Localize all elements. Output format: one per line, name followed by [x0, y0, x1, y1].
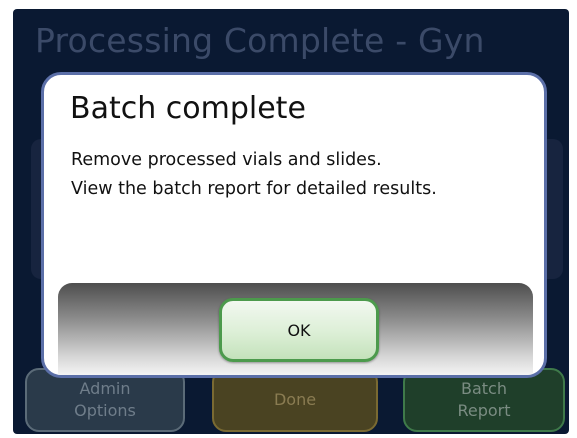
batch-report-label-line1: Batch: [461, 379, 507, 398]
ok-label: OK: [287, 320, 311, 340]
admin-options-label-line1: Admin: [79, 379, 131, 398]
batch-report-label-line2: Report: [457, 401, 511, 420]
dialog-title: Batch complete: [70, 91, 306, 126]
admin-options-label-line2: Options: [74, 401, 136, 420]
screen: Processing Complete - Gyn Admin Options …: [0, 0, 577, 438]
dialog-message-line2: View the batch report for detailed resul…: [71, 179, 437, 199]
screen-title: Processing Complete - Gyn: [35, 21, 485, 60]
batch-complete-dialog: Batch complete Remove processed vials an…: [41, 72, 547, 378]
done-label: Done: [273, 390, 317, 409]
ok-button[interactable]: OK: [219, 298, 379, 362]
dialog-message-line1: Remove processed vials and slides.: [71, 150, 382, 170]
